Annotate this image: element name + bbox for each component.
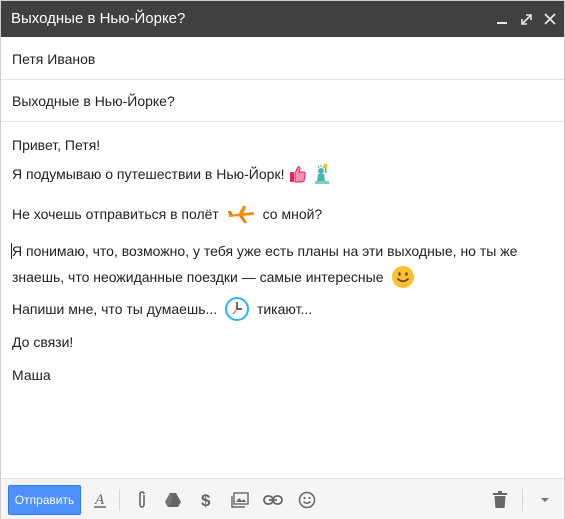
toolbar-separator <box>119 489 120 511</box>
smile-icon <box>391 265 415 292</box>
body-line-flight: Не хочешь отправиться в полёт со мной? <box>12 203 322 228</box>
subject-text: Выходные в Нью-Йорке? <box>12 93 175 109</box>
airplane-icon <box>227 203 255 228</box>
message-body[interactable]: Привет, Петя! Я подумываю о путешествии … <box>1 123 564 478</box>
expand-icon[interactable] <box>516 9 536 29</box>
compose-window: Выходные в Нью-Йорке? Петя Иванов Выходн… <box>0 0 565 519</box>
compose-title-bar[interactable]: Выходные в Нью-Йорке? <box>1 1 564 37</box>
drive-icon[interactable] <box>163 490 183 510</box>
clock-icon <box>225 297 250 324</box>
body-closing: До связи! <box>12 334 74 350</box>
send-button[interactable]: Отправить <box>8 485 81 515</box>
body-signature: Маша <box>12 367 51 383</box>
body-line-flight-before: Не хочешь отправиться в полёт <box>12 206 219 223</box>
body-line-plans-2: знаешь, что неожиданные поездки — самые … <box>12 265 415 292</box>
photo-icon[interactable] <box>230 490 250 510</box>
compose-title: Выходные в Нью-Йорке? <box>11 10 186 27</box>
close-icon[interactable] <box>540 9 560 29</box>
toolbar-separator <box>522 489 523 511</box>
svg-text:$: $ <box>201 491 211 510</box>
subject-field[interactable]: Выходные в Нью-Йорке? <box>1 80 564 122</box>
body-greeting: Привет, Петя! <box>12 137 101 153</box>
body-line-write-after: тикают... <box>256 301 313 318</box>
trash-icon[interactable] <box>490 490 510 510</box>
link-icon[interactable] <box>263 490 283 510</box>
body-line-plans-2-text: знаешь, что неожиданные поездки — самые … <box>12 269 384 286</box>
body-line-flight-after: со мной? <box>262 206 323 223</box>
body-line-write-before: Напиши мне, что ты думаешь... <box>12 301 218 318</box>
body-line-plans-1: Я понимаю, что, возможно, у тебя уже ест… <box>12 243 518 259</box>
body-line-trip: Я подумываю о путешествии в Нью-Йорк! <box>12 163 332 188</box>
more-options-icon[interactable] <box>535 490 555 510</box>
compose-toolbar: Отправить A $ <box>1 478 564 519</box>
body-line-write: Напиши мне, что ты думаешь... тикают... <box>12 297 312 324</box>
recipients-field[interactable]: Петя Иванов <box>1 38 564 80</box>
statue-of-liberty-icon <box>312 163 332 188</box>
minimize-icon[interactable] <box>492 9 512 29</box>
emoji-icon[interactable] <box>297 490 317 510</box>
recipient-name: Петя Иванов <box>12 51 96 67</box>
money-icon[interactable]: $ <box>197 490 217 510</box>
svg-text:A: A <box>94 492 105 508</box>
thumbs-up-icon <box>288 164 308 187</box>
format-text-icon[interactable]: A <box>90 490 110 510</box>
body-line-trip-text: Я подумываю о путешествии в Нью-Йорк! <box>12 166 285 183</box>
attach-icon[interactable] <box>132 490 152 510</box>
